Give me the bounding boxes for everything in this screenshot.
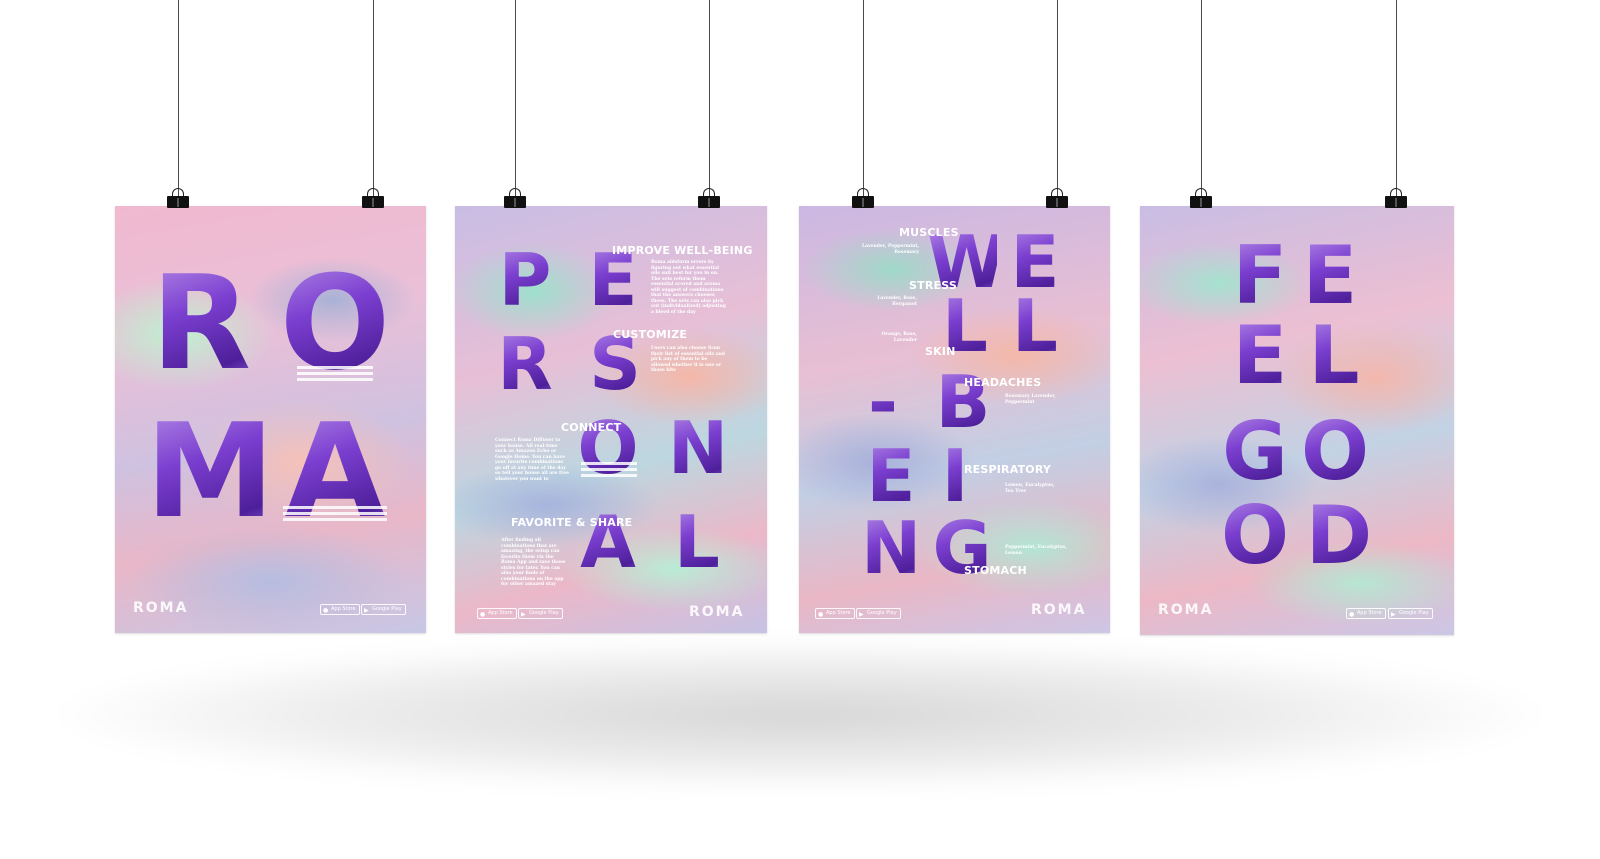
poster-letter: - xyxy=(863,366,903,438)
stripe-decoration xyxy=(283,506,387,522)
poster-letter: R xyxy=(495,328,555,400)
poster-letter: O xyxy=(1300,405,1369,498)
play-icon: ▶ xyxy=(1391,611,1396,618)
section-title: STRESS xyxy=(909,279,957,292)
section-body: Roma aidsform errors by figuring out wha… xyxy=(651,260,726,315)
binder-clip-icon xyxy=(167,188,189,208)
section-title: STOMACH xyxy=(964,564,1027,577)
marble-background xyxy=(1140,206,1454,635)
stripe-decoration xyxy=(297,366,373,382)
play-icon: ▶ xyxy=(859,611,864,618)
section-body: Users can also choose from their list of… xyxy=(651,346,725,373)
poster-personal: P E R S O N A L IMPROVE WELL-BEING Roma … xyxy=(455,206,767,633)
roma-logo: ROMA xyxy=(1031,602,1087,618)
hanging-string xyxy=(178,0,179,196)
section-body: Peppermint, Eucalyptus, Lemon xyxy=(1005,545,1067,556)
poster-letter: I xyxy=(935,440,975,512)
section-title: CONNECT xyxy=(561,421,622,434)
binder-clip-icon xyxy=(1046,188,1068,208)
floor-shadow xyxy=(60,640,1540,790)
poster-letter: F xyxy=(1230,236,1290,316)
binder-clip-icon xyxy=(852,188,874,208)
app-store-label: App Store xyxy=(488,610,513,616)
google-play-label: Google Play xyxy=(372,606,402,612)
apple-icon: ● xyxy=(323,607,329,614)
app-store-badge[interactable]: ● App Store xyxy=(815,608,855,619)
section-title: IMPROVE WELL-BEING xyxy=(612,244,753,257)
google-play-badge[interactable]: ▶ Google Play xyxy=(1388,608,1433,619)
section-body: After finding all combinations that are … xyxy=(501,538,566,587)
google-play-badge[interactable]: ▶ Google Play xyxy=(361,604,406,615)
section-title: MUSCLES xyxy=(899,226,959,239)
binder-clip-icon xyxy=(1190,188,1212,208)
section-title: CUSTOMIZE xyxy=(613,328,688,341)
roma-logo: ROMA xyxy=(1158,602,1214,618)
google-play-badge[interactable]: ▶ Google Play xyxy=(518,608,563,619)
poster-letter: N xyxy=(861,506,922,590)
app-store-label: App Store xyxy=(1357,610,1382,616)
google-play-label: Google Play xyxy=(1399,610,1429,616)
roma-logo: ROMA xyxy=(689,604,745,620)
poster-letter: P xyxy=(495,244,555,316)
section-body: Lavender, Peppermint, Rosemary xyxy=(861,244,919,255)
poster-letter: R xyxy=(151,247,252,399)
poster-letter: O xyxy=(1220,489,1289,582)
apple-icon: ● xyxy=(818,611,824,618)
section-title: SKIN xyxy=(925,345,956,358)
app-store-badge[interactable]: ● App Store xyxy=(477,608,517,619)
google-play-badge[interactable]: ▶ Google Play xyxy=(856,608,901,619)
app-store-badge[interactable]: ● App Store xyxy=(320,604,360,615)
section-body: Connect Roma Diffuser to your house. All… xyxy=(495,438,570,482)
poster-letter: M xyxy=(145,395,275,547)
hanging-string xyxy=(373,0,374,196)
binder-clip-icon xyxy=(362,188,384,208)
apple-icon: ● xyxy=(480,611,486,618)
hanging-string xyxy=(1057,0,1058,196)
hanging-string xyxy=(1396,0,1397,196)
section-title: HEADACHES xyxy=(964,376,1042,389)
section-body: Lemon, Eucalyptus, Tea Tree xyxy=(1005,483,1055,494)
poster-letter: L xyxy=(1304,316,1364,396)
section-title: RESPIRATORY xyxy=(964,463,1052,476)
poster-letter: L xyxy=(667,506,727,578)
poster-well-being: W E L L - B E I N G MUSCLES Lavender, Pe… xyxy=(799,206,1110,633)
section-title: FAVORITE & SHARE xyxy=(511,516,633,529)
poster-letter: E xyxy=(861,440,921,512)
poster-letter: D xyxy=(1305,489,1373,582)
app-store-label: App Store xyxy=(331,606,356,612)
poster-feel-good: F E E L G O O D ROMA ● App Store ▶ Google … xyxy=(1140,206,1454,635)
google-play-label: Google Play xyxy=(529,610,559,616)
poster-roma: R O M A ROMA ● App Store ▶ Google Play xyxy=(115,206,426,633)
binder-clip-icon xyxy=(698,188,720,208)
hanging-string xyxy=(863,0,864,196)
poster-letter: E xyxy=(1230,316,1290,396)
hanging-string xyxy=(709,0,710,196)
poster-letter: L xyxy=(1005,290,1065,362)
poster-letter: N xyxy=(665,412,731,484)
binder-clip-icon xyxy=(504,188,526,208)
google-play-label: Google Play xyxy=(867,610,897,616)
play-icon: ▶ xyxy=(364,607,369,614)
poster-letter: G xyxy=(1220,412,1290,492)
hanging-string xyxy=(515,0,516,196)
section-body: Rosemary Lavender, Peppermint xyxy=(1005,394,1056,405)
section-body: Lavender, Rose, Bergamot xyxy=(877,296,917,307)
play-icon: ▶ xyxy=(521,611,526,618)
stripe-decoration xyxy=(581,462,637,478)
app-store-label: App Store xyxy=(826,610,851,616)
poster-letter: E xyxy=(1300,236,1360,316)
app-store-badge[interactable]: ● App Store xyxy=(1346,608,1386,619)
hanging-string xyxy=(1201,0,1202,196)
binder-clip-icon xyxy=(1385,188,1407,208)
section-body: Orange, Rose, Lavender xyxy=(881,332,917,343)
roma-logo: ROMA xyxy=(133,600,189,616)
apple-icon: ● xyxy=(1349,611,1355,618)
